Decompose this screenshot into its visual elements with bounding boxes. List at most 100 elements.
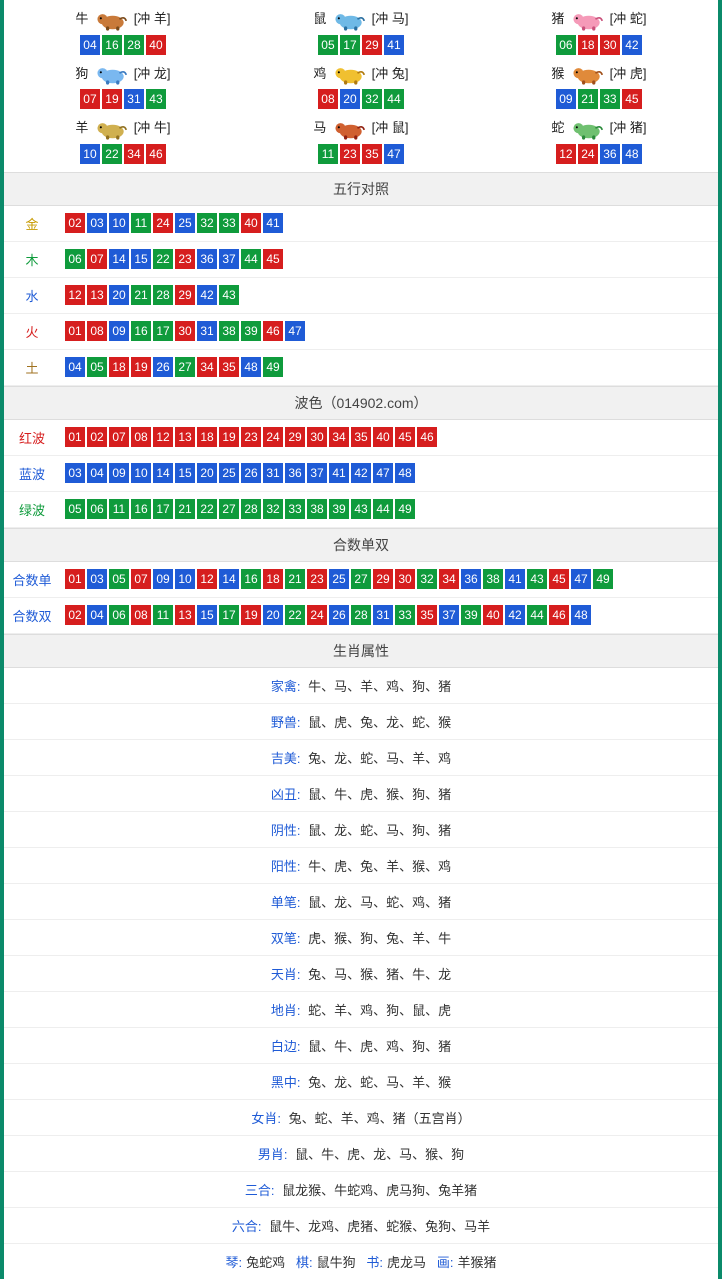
ball: 12 [556, 144, 576, 164]
ball: 47 [571, 569, 591, 589]
data-row: 木 06071415222336374445 [4, 242, 718, 278]
ball: 29 [362, 35, 382, 55]
ball: 15 [197, 605, 217, 625]
ball: 35 [351, 427, 371, 447]
attr-label: 家禽: [271, 679, 301, 694]
ball: 17 [153, 321, 173, 341]
zodiac-chong: [冲 羊] [134, 11, 171, 26]
zodiac-icon [92, 120, 130, 135]
ball: 10 [109, 213, 129, 233]
ball: 17 [340, 35, 360, 55]
attr-label: 黑中: [271, 1075, 301, 1090]
zodiac-chong: [冲 马] [372, 11, 409, 26]
row-label: 土 [4, 350, 60, 385]
ball: 31 [124, 89, 144, 109]
ball: 29 [373, 569, 393, 589]
ball: 35 [417, 605, 437, 625]
attr-text: 蛇、羊、鸡、狗、鼠、虎 [308, 1003, 451, 1018]
ball: 46 [549, 605, 569, 625]
ball: 20 [197, 463, 217, 483]
ball: 49 [263, 357, 283, 377]
ball: 20 [109, 285, 129, 305]
zodiac-head: 鸡 [冲 兔] [242, 63, 480, 86]
ball: 01 [65, 321, 85, 341]
ball: 25 [219, 463, 239, 483]
footer-label: 琴: [225, 1255, 242, 1270]
ball: 03 [87, 569, 107, 589]
bose-rows: 红波 0102070812131819232429303435404546 蓝波… [4, 420, 718, 528]
attr-row: 家禽: 牛、马、羊、鸡、狗、猪 [4, 668, 718, 704]
ball: 21 [285, 569, 305, 589]
attr-row: 黑中: 兔、龙、蛇、马、羊、猴 [4, 1064, 718, 1100]
attr-label: 地肖: [271, 1003, 301, 1018]
attr-label: 女肖: [251, 1111, 281, 1126]
zodiac-head: 牛 [冲 羊] [4, 8, 242, 31]
ball: 11 [131, 213, 151, 233]
ball: 21 [131, 285, 151, 305]
zodiac-chong: [冲 虎] [610, 66, 647, 81]
wuxing-rows: 金 02031011242532334041 木 060714152223363… [4, 206, 718, 386]
zodiac-balls: 05172941 [242, 35, 480, 55]
section-attr: 生肖属性 [4, 634, 718, 668]
row-balls: 0103050709101214161821232527293032343638… [60, 563, 718, 595]
footer-row: 琴:兔蛇鸡 棋:鼠牛狗 书:虎龙马 画:羊猴猪 [4, 1244, 718, 1279]
ball: 42 [622, 35, 642, 55]
zodiac-icon [330, 66, 368, 81]
ball: 15 [131, 249, 151, 269]
ball: 11 [153, 605, 173, 625]
row-label: 火 [4, 314, 60, 349]
ball: 02 [87, 427, 107, 447]
zodiac-balls: 09213345 [480, 89, 718, 109]
ball: 27 [175, 357, 195, 377]
attr-text: 鼠、龙、蛇、马、狗、猪 [308, 823, 451, 838]
zodiac-name: 羊 [75, 120, 88, 135]
ball: 01 [65, 569, 85, 589]
ball: 25 [329, 569, 349, 589]
ball: 43 [146, 89, 166, 109]
zodiac-name: 马 [313, 120, 326, 135]
data-row: 土 04051819262734354849 [4, 350, 718, 386]
ball: 43 [527, 569, 547, 589]
ball: 28 [241, 499, 261, 519]
footer-text: 鼠牛狗 [317, 1255, 356, 1270]
attr-row: 女肖: 兔、蛇、羊、鸡、猪（五宫肖） [4, 1100, 718, 1136]
zodiac-name: 猪 [551, 11, 564, 26]
row-balls: 03040910141520252631363741424748 [60, 457, 718, 489]
attr-label: 白边: [271, 1039, 301, 1054]
attr-text: 牛、马、羊、鸡、狗、猪 [308, 679, 451, 694]
attr-row: 天肖: 兔、马、猴、猪、牛、龙 [4, 956, 718, 992]
zodiac-head: 猴 [冲 虎] [480, 63, 718, 86]
ball: 05 [87, 357, 107, 377]
attr-label: 男肖: [258, 1147, 288, 1162]
ball: 02 [65, 605, 85, 625]
ball: 15 [175, 463, 195, 483]
zodiac-balls: 12243648 [480, 144, 718, 164]
zodiac-cell: 羊 [冲 牛] 10223446 [4, 113, 242, 168]
zodiac-chong: [冲 兔] [372, 66, 409, 81]
ball: 33 [219, 213, 239, 233]
zodiac-balls: 08203244 [242, 89, 480, 109]
ball: 44 [241, 249, 261, 269]
data-row: 合数单 010305070910121416182123252729303234… [4, 562, 718, 598]
row-label: 合数双 [4, 598, 60, 633]
section-heshu: 合数单双 [4, 528, 718, 562]
ball: 44 [527, 605, 547, 625]
ball: 47 [373, 463, 393, 483]
ball: 36 [600, 144, 620, 164]
ball: 04 [87, 463, 107, 483]
attr-row: 地肖: 蛇、羊、鸡、狗、鼠、虎 [4, 992, 718, 1028]
zodiac-grid: 牛 [冲 羊] 04162840 鼠 [冲 马] 05172941 猪 [冲 蛇… [4, 0, 718, 172]
ball: 30 [600, 35, 620, 55]
zodiac-icon [568, 120, 606, 135]
ball: 33 [285, 499, 305, 519]
zodiac-head: 狗 [冲 龙] [4, 63, 242, 86]
zodiac-icon [568, 66, 606, 81]
ball: 03 [65, 463, 85, 483]
attr-row: 单笔: 鼠、龙、马、蛇、鸡、猪 [4, 884, 718, 920]
ball: 12 [65, 285, 85, 305]
ball: 38 [219, 321, 239, 341]
row-balls: 04051819262734354849 [60, 351, 718, 383]
zodiac-head: 羊 [冲 牛] [4, 117, 242, 140]
zodiac-head: 猪 [冲 蛇] [480, 8, 718, 31]
ball: 28 [351, 605, 371, 625]
